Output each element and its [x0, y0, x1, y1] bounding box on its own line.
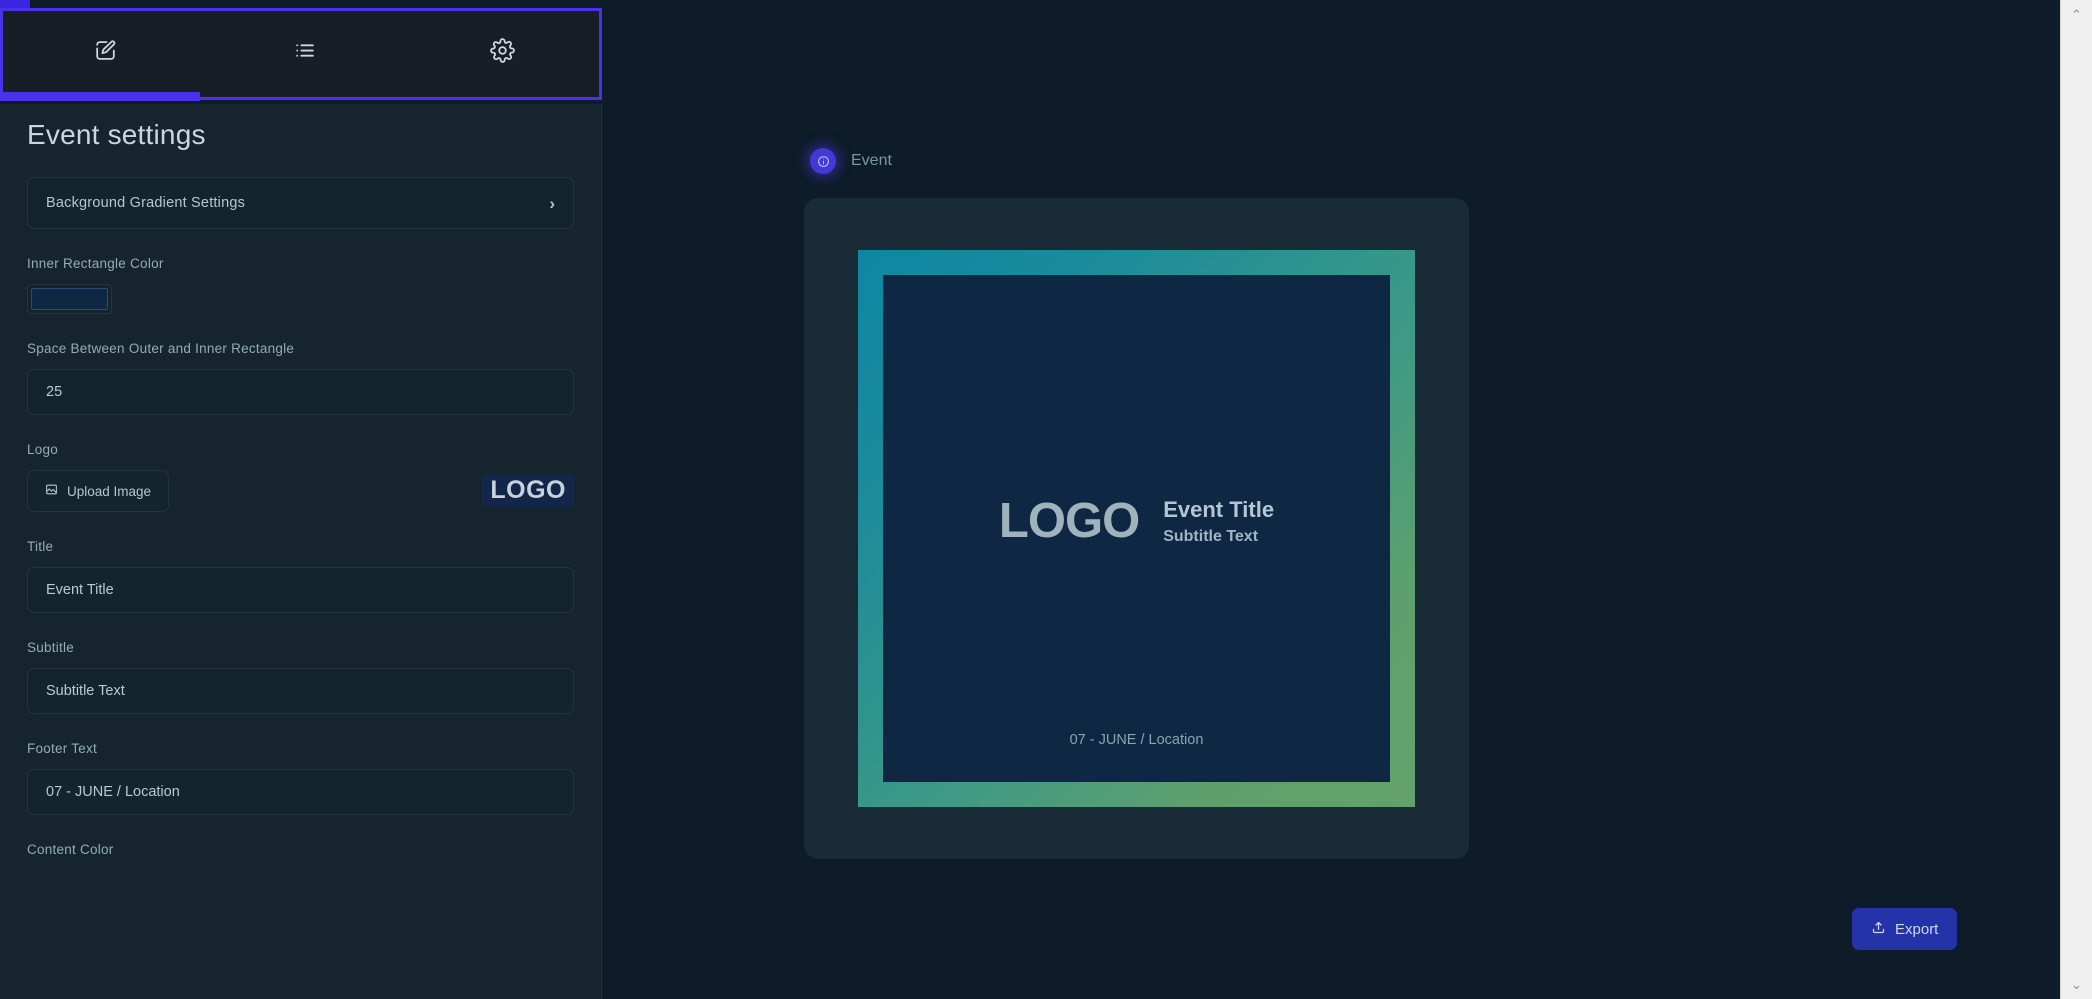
inner-rectangle: LOGO Event Title Subtitle Text 07 - JUNE…: [883, 275, 1390, 782]
subtitle-input[interactable]: [27, 668, 574, 714]
page-title: Event settings: [27, 119, 206, 150]
field-content-color: Content Color: [27, 842, 574, 857]
preview-text-block: Event Title Subtitle Text: [1163, 496, 1275, 545]
title-input[interactable]: [27, 567, 574, 613]
field-footer-text: Footer Text: [27, 741, 574, 815]
preview-footer-text: 07 - JUNE / Location: [1069, 732, 1204, 748]
nav-tabs: [6, 14, 602, 86]
title-label: Title: [27, 539, 54, 554]
spacing-input[interactable]: [27, 369, 574, 415]
preview-content-row: LOGO Event Title Subtitle Text: [999, 497, 1274, 546]
subtitle-label: Subtitle: [27, 640, 75, 655]
edit-square-icon: [93, 38, 118, 63]
logo-row: Upload Image LOGO: [27, 470, 574, 512]
upload-image-label: Upload Image: [67, 483, 152, 499]
top-nav-overlay: [0, 0, 602, 104]
gear-icon: [490, 37, 515, 63]
event-badge: Event: [810, 148, 892, 174]
upload-icon: [1871, 920, 1886, 939]
preview-logo-text: LOGO: [998, 494, 1140, 548]
preview-area: Event LOGO Event Title Subtitle Text 07 …: [602, 0, 2060, 999]
logo-label: Logo: [27, 442, 59, 457]
field-title: Title: [27, 539, 574, 613]
app-root: Event LOGO Event Title Subtitle Text 07 …: [0, 0, 2092, 999]
nav-frame: [0, 8, 602, 100]
content-color-label: Content Color: [27, 842, 114, 857]
chevron-right-icon: ›: [549, 193, 555, 213]
list-icon: [292, 38, 317, 63]
field-subtitle: Subtitle: [27, 640, 574, 714]
active-tab-indicator: [0, 92, 200, 101]
tab-edit[interactable]: [6, 14, 205, 86]
footer-text-label: Footer Text: [27, 741, 98, 756]
scroll-down-arrow-icon[interactable]: ⌄: [2071, 978, 2082, 991]
preview-title: Event Title: [1163, 496, 1275, 522]
info-circle-icon: [810, 148, 836, 174]
event-badge-label: Event: [851, 152, 892, 169]
field-spacing: Space Between Outer and Inner Rectangle: [27, 341, 574, 415]
background-gradient-settings-accordion[interactable]: Background Gradient Settings ›: [27, 177, 574, 229]
export-button[interactable]: Export: [1852, 908, 1958, 950]
tab-list[interactable]: [205, 14, 404, 86]
export-button-label: Export: [1895, 920, 1939, 938]
logo-thumbnail: LOGO: [482, 474, 574, 508]
gradient-frame: LOGO Event Title Subtitle Text 07 - JUNE…: [858, 250, 1415, 807]
upload-image-button[interactable]: Upload Image: [27, 470, 170, 512]
tab-settings[interactable]: [403, 14, 602, 86]
spacing-label: Space Between Outer and Inner Rectangle: [27, 341, 295, 356]
image-icon: [45, 483, 58, 499]
field-logo: Logo Upload Image LOGO: [27, 442, 574, 512]
preview-subtitle: Subtitle Text: [1163, 527, 1259, 545]
scroll-up-arrow-icon[interactable]: ⌃: [2071, 8, 2082, 21]
preview-card: LOGO Event Title Subtitle Text 07 - JUNE…: [804, 198, 1469, 859]
accordion-label: Background Gradient Settings: [46, 195, 246, 211]
inner-rectangle-color-label: Inner Rectangle Color: [27, 256, 164, 271]
footer-text-input[interactable]: [27, 769, 574, 815]
field-inner-rectangle-color: Inner Rectangle Color: [27, 256, 574, 314]
color-swatch-fill: [31, 288, 108, 310]
page-scrollbar[interactable]: ⌃ ⌄: [2060, 0, 2092, 999]
inner-rectangle-color-picker[interactable]: [27, 284, 112, 314]
settings-panel: Event settings Background Gradient Setti…: [0, 104, 602, 999]
